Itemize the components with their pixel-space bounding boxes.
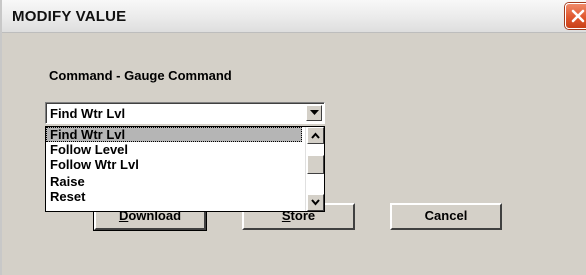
combobox-value: Find Wtr Lvl — [50, 106, 126, 121]
close-button[interactable] — [565, 3, 586, 29]
close-icon — [571, 9, 585, 23]
command-label: Command - Gauge Command — [49, 68, 232, 83]
command-combobox[interactable]: Find Wtr Lvl — [45, 102, 325, 124]
chevron-down-icon — [311, 199, 320, 206]
list-item[interactable]: Raise — [46, 174, 302, 189]
chevron-up-icon — [311, 132, 320, 139]
scroll-down-button[interactable] — [307, 194, 324, 211]
title-bar[interactable]: MODIFY VALUE — [2, 0, 586, 33]
list-item[interactable]: Reset — [46, 191, 302, 207]
list-item[interactable]: Follow Level — [46, 142, 302, 157]
list-item[interactable]: Find Wtr Lvl — [46, 127, 302, 142]
command-dropdown-list[interactable]: Find Wtr Lvl Follow Level Follow Wtr Lvl… — [45, 126, 325, 212]
list-item[interactable]: Follow Wtr Lvl — [46, 157, 302, 172]
chevron-down-icon — [310, 110, 319, 115]
combobox-dropdown-button[interactable] — [306, 105, 322, 121]
modify-value-dialog: MODIFY VALUE Command - Gauge Command Fin… — [0, 0, 586, 275]
window-title: MODIFY VALUE — [12, 8, 127, 25]
scroll-thumb[interactable] — [307, 155, 324, 174]
cancel-button[interactable]: Cancel — [390, 203, 502, 230]
dropdown-scrollbar[interactable] — [305, 127, 324, 211]
scroll-up-button[interactable] — [307, 127, 324, 144]
